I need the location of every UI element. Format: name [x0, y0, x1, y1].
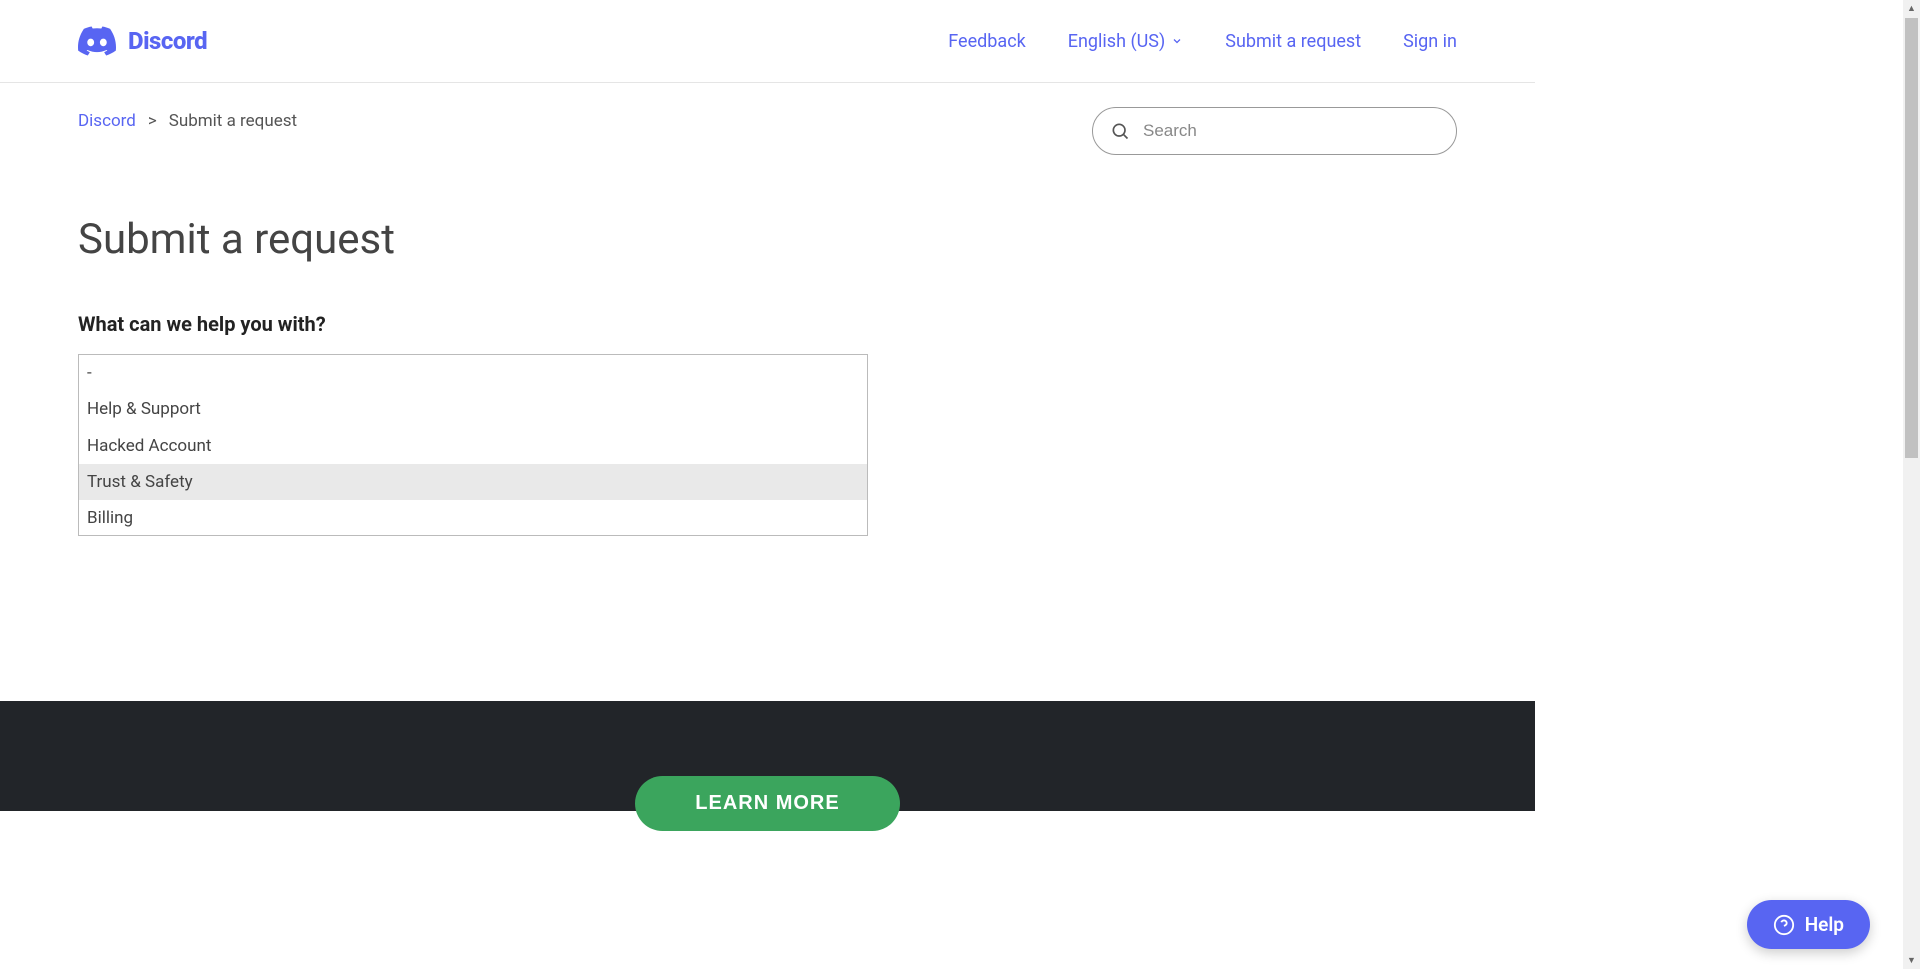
footer: LEARN MORE — [0, 701, 1535, 811]
submit-request-link[interactable]: Submit a request — [1225, 31, 1361, 52]
form-label: What can we help you with? — [78, 312, 1457, 336]
breadcrumb-root[interactable]: Discord — [78, 111, 136, 131]
scrollbar-thumb[interactable] — [1905, 18, 1918, 458]
header-nav: Feedback English (US) Submit a request S… — [948, 31, 1457, 52]
page-scrollbar[interactable]: ▲ ▼ — [1903, 0, 1920, 969]
search-icon — [1110, 121, 1130, 141]
language-label: English (US) — [1068, 31, 1166, 52]
discord-logo-icon — [78, 26, 116, 56]
main: Submit a request What can we help you wi… — [0, 155, 1535, 536]
chevron-down-icon — [1171, 35, 1183, 47]
search-container — [1092, 107, 1457, 155]
subheader: Discord > Submit a request — [0, 83, 1535, 155]
breadcrumb: Discord > Submit a request — [78, 107, 297, 131]
learn-more-button[interactable]: LEARN MORE — [635, 776, 899, 831]
feedback-link[interactable]: Feedback — [948, 31, 1025, 52]
page-title: Submit a request — [78, 215, 1457, 264]
header: Discord Feedback English (US) Submit a r… — [0, 0, 1535, 83]
dropdown-option[interactable]: Help & Support — [79, 391, 867, 427]
breadcrumb-current: Submit a request — [169, 111, 297, 131]
logo[interactable]: Discord — [78, 26, 207, 56]
help-widget-button[interactable]: Help — [1747, 900, 1870, 949]
scrollbar-down-button[interactable]: ▼ — [1903, 952, 1920, 969]
dropdown-option[interactable]: Hacked Account — [79, 428, 867, 464]
dropdown-list: -Help & SupportHacked AccountTrust & Saf… — [79, 355, 867, 535]
search-input[interactable] — [1092, 107, 1457, 155]
help-widget-label: Help — [1805, 913, 1844, 936]
dropdown-option[interactable]: Trust & Safety — [79, 464, 867, 500]
sign-in-link[interactable]: Sign in — [1403, 31, 1457, 52]
dropdown-option[interactable]: - — [79, 355, 867, 391]
breadcrumb-separator: > — [148, 111, 157, 131]
logo-text: Discord — [128, 27, 207, 55]
dropdown-option[interactable]: Billing — [79, 500, 867, 535]
scrollbar-up-button[interactable]: ▲ — [1903, 0, 1920, 17]
help-icon — [1773, 914, 1795, 936]
help-topic-dropdown[interactable]: -Help & SupportHacked AccountTrust & Saf… — [78, 354, 868, 536]
language-selector[interactable]: English (US) — [1068, 31, 1184, 52]
